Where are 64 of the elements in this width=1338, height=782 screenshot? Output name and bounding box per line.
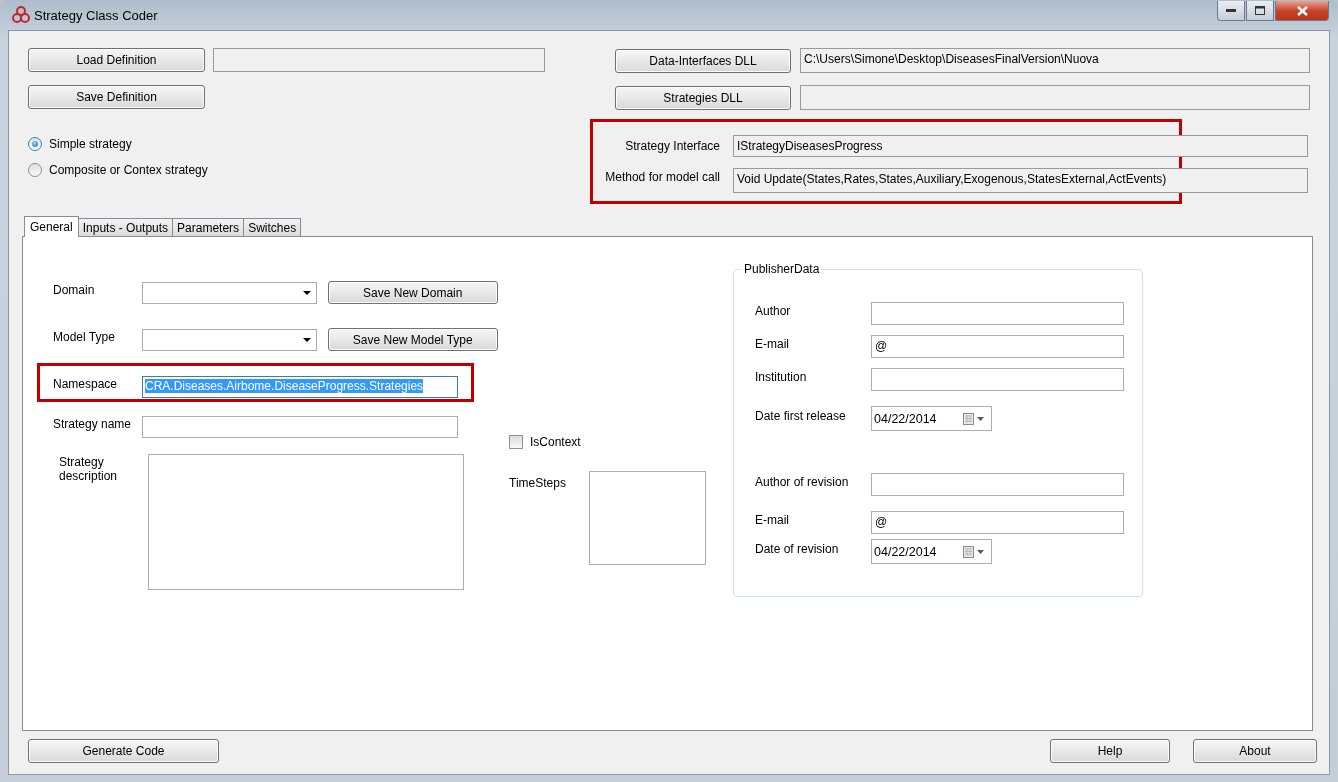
save-definition-button[interactable]: Save Definition: [28, 85, 205, 109]
save-domain-button[interactable]: Save New Domain: [327, 281, 498, 304]
field-label: Strategy Interface: [624, 139, 720, 153]
tab[interactable]: Switches: [243, 218, 302, 236]
maximize-icon: [1255, 6, 1265, 15]
tab[interactable]: General: [24, 216, 79, 237]
dll-path-field[interactable]: [800, 85, 1310, 110]
text-field[interactable]: @: [871, 335, 1124, 358]
field-label: Method for model call: [604, 169, 720, 184]
field-label: Namespace: [53, 377, 119, 391]
domain-dropdown[interactable]: [142, 281, 317, 304]
minimize-icon: [1226, 8, 1236, 13]
field-label: Domain: [53, 282, 96, 297]
radio-label: Composite or Contex strategy: [49, 163, 208, 177]
field-label: Strategy name: [53, 417, 133, 431]
minimize-button[interactable]: [1217, 1, 1245, 21]
field-label: Author: [755, 303, 792, 318]
field-label: E-mail: [755, 336, 790, 351]
text-field[interactable]: [871, 368, 1124, 391]
radio-button[interactable]: [28, 163, 42, 177]
save-model-type-button[interactable]: Save New Model Type: [327, 328, 498, 351]
radio-label: Simple strategy: [49, 137, 132, 151]
field-label: Model Type: [53, 329, 116, 344]
field-label: TimeSteps: [509, 475, 567, 492]
field-label: E-mail: [755, 512, 790, 527]
load-definition-button[interactable]: Load Definition: [28, 48, 205, 72]
field-label: Strategy description: [59, 455, 119, 483]
field-label: Date first release: [755, 408, 847, 423]
radio-button[interactable]: [28, 137, 42, 151]
date-picker[interactable]: 04/22/2014: [871, 539, 992, 564]
model-type-dropdown[interactable]: [142, 328, 317, 351]
strategy-name-field[interactable]: [142, 416, 458, 438]
about-button[interactable]: About: [1193, 739, 1317, 763]
generate-code-button[interactable]: Generate Code: [28, 739, 219, 763]
text-field[interactable]: [871, 473, 1124, 496]
checkbox[interactable]: [509, 435, 523, 449]
time-steps-list[interactable]: [589, 471, 706, 565]
rings-logo-icon: [12, 6, 30, 24]
group-title: PublisherData: [743, 262, 821, 276]
interface-field[interactable]: IStrategyDiseasesProgress: [733, 135, 1308, 157]
calendar-icon: [963, 545, 985, 558]
dll-button[interactable]: Strategies DLL: [615, 85, 791, 110]
definition-path-field[interactable]: [213, 48, 545, 72]
field-label: Author of revision: [755, 474, 850, 489]
tab[interactable]: Parameters: [172, 218, 245, 236]
dll-button[interactable]: Data-Interfaces DLL: [615, 48, 791, 73]
field-label: Institution: [755, 369, 808, 384]
caret-icon: [302, 290, 311, 295]
calendar-icon: [963, 412, 985, 425]
window-title: Strategy Class Coder: [34, 7, 158, 23]
field-label: Date of revision: [755, 541, 840, 556]
close-button[interactable]: [1275, 1, 1329, 21]
description-field[interactable]: [148, 454, 464, 590]
caret-icon: [302, 337, 311, 342]
interface-field[interactable]: Void Update(States,Rates,States,Auxiliary,Exogenous,StatesExternal,ActEvents): [733, 168, 1308, 193]
close-icon: [1296, 5, 1308, 16]
date-picker[interactable]: 04/22/2014: [871, 406, 992, 431]
tab[interactable]: Inputs - Outputs: [77, 218, 174, 236]
help-button[interactable]: Help: [1050, 739, 1170, 763]
text-field[interactable]: @: [871, 511, 1124, 534]
maximize-button[interactable]: [1246, 1, 1274, 21]
checkbox-label: IsContext: [530, 435, 581, 449]
dll-path-field[interactable]: C:\Users\Simone\Desktop\DiseasesFinalVersion\Nuova: [800, 48, 1310, 73]
text-field[interactable]: [871, 302, 1124, 325]
